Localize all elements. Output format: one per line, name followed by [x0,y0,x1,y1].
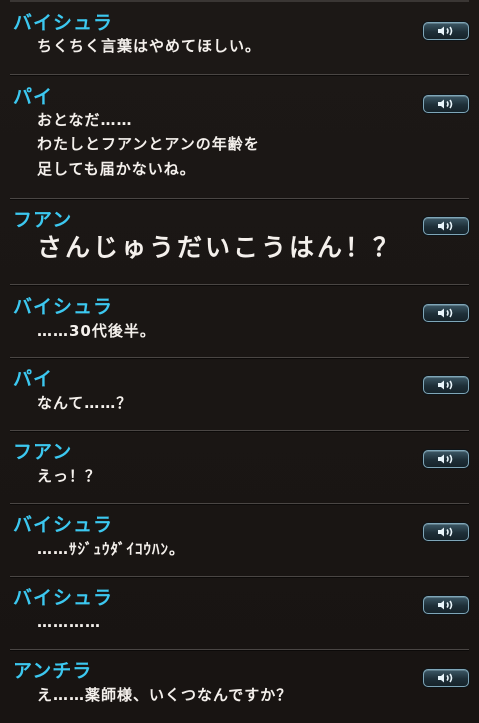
speaker-name: バイシュラ [13,514,114,536]
dialogue-line: おとなだ…… [37,111,133,129]
speaker-icon [438,26,453,36]
speaker-name: パイ [13,86,54,108]
dialogue-line: え……薬師様、いくつなんですか？ [37,686,293,704]
log-entry: アンチラ え……薬師様、いくつなんですか？ [0,649,479,723]
speaker-icon [438,99,453,109]
speaker-icon [438,308,453,318]
voice-replay-button[interactable] [423,669,469,687]
dialogue-line: ………… [37,613,101,631]
speaker-name: アンチラ [13,660,93,682]
speaker-icon [438,527,453,537]
dialogue-line: えっ！？ [37,467,102,485]
log-entry: パイ なんて……？ [0,357,479,430]
dialogue-line: ちくちく言葉はやめてほしい。 [37,37,262,55]
voice-replay-button[interactable] [423,450,469,468]
voice-replay-button[interactable] [423,304,469,322]
speaker-icon [438,673,453,683]
voice-replay-button[interactable] [423,596,469,614]
backlog-panel: バイシュラ ちくちく言葉はやめてほしい。 パイ おとなだ…… わたしとフアンとア… [0,0,479,723]
speaker-name: バイシュラ [13,587,114,609]
dialogue-line: わたしとフアンとアンの年齢を [37,135,260,153]
dialogue-line: 足しても届かないね。 [37,160,196,178]
speaker-name: フアン [13,209,73,231]
speaker-name: フアン [13,441,73,463]
log-entry: フアン えっ！？ [0,430,479,503]
voice-replay-button[interactable] [423,95,469,113]
log-entry: バイシュラ ちくちく言葉はやめてほしい。 [0,0,479,74]
speaker-icon [438,380,453,390]
voice-replay-button[interactable] [423,376,469,394]
speaker-name: バイシュラ [13,296,114,318]
log-entry: バイシュラ ………… [0,576,479,649]
dialogue-line: さんじゅうだいこうはん！？ [37,233,402,262]
speaker-icon [438,221,453,231]
speaker-name: バイシュラ [13,12,114,34]
dialogue-line: ……30代後半。 [37,322,156,340]
log-entry: フアン さんじゅうだいこうはん！？ [0,198,479,284]
dialogue-line: ……ｻｼﾞｭｳﾀﾞｲｺｳﾊﾝ。 [37,540,186,558]
log-entry: バイシュラ ……30代後半。 [0,284,479,357]
speaker-icon [438,454,453,464]
dialogue-line: なんて……？ [37,394,133,412]
speaker-icon [438,600,453,610]
voice-replay-button[interactable] [423,22,469,40]
speaker-name: パイ [13,368,54,390]
voice-replay-button[interactable] [423,217,469,235]
log-entry: バイシュラ ……ｻｼﾞｭｳﾀﾞｲｺｳﾊﾝ。 [0,503,479,576]
voice-replay-button[interactable] [423,523,469,541]
log-entry: パイ おとなだ…… わたしとフアンとアンの年齢を 足しても届かないね。 [0,74,479,198]
